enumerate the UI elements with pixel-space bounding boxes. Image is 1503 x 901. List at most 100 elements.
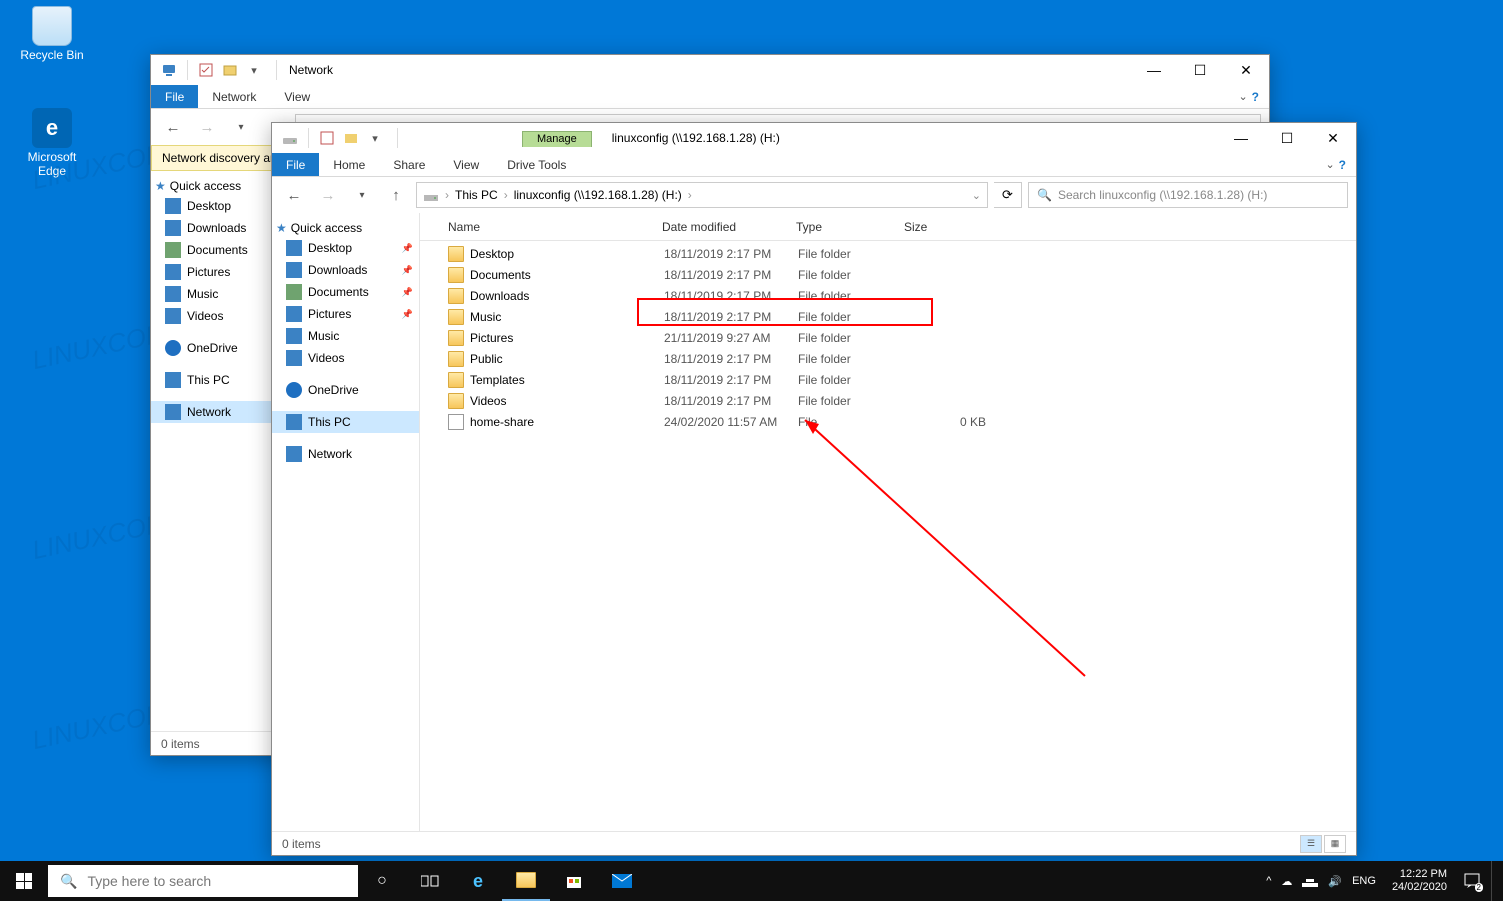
sidebar-item-videos[interactable]: Videos (151, 305, 288, 327)
view-icons-icon[interactable]: ▦ (1324, 835, 1346, 853)
tab-manage[interactable]: Manage (522, 131, 592, 147)
column-date[interactable]: Date modified (662, 220, 796, 234)
show-desktop-button[interactable] (1491, 861, 1497, 901)
maximize-button[interactable]: ☐ (1264, 123, 1310, 153)
ribbon-expand-icon[interactable]: ⌄ (1325, 158, 1334, 171)
new-folder-icon[interactable] (220, 60, 240, 80)
sidebar-item-thispc[interactable]: This PC (272, 411, 419, 433)
taskbar-mail[interactable] (598, 861, 646, 901)
sidebar-item-downloads[interactable]: Downloads📌 (272, 259, 419, 281)
sidebar-item-videos[interactable]: Videos (272, 347, 419, 369)
view-details-icon[interactable]: ☰ (1300, 835, 1322, 853)
start-button[interactable] (0, 861, 48, 901)
taskbar-store[interactable] (550, 861, 598, 901)
address-dropdown-icon[interactable]: ⌄ (972, 189, 981, 202)
qat-chevron-icon[interactable]: ▾ (244, 60, 264, 80)
tab-file[interactable]: File (151, 85, 198, 108)
taskbar-edge[interactable]: e (454, 861, 502, 901)
sidebar-item-quick-access[interactable]: ★ Quick access (272, 219, 419, 237)
forward-button[interactable]: → (193, 113, 221, 141)
downloads-icon (286, 262, 302, 278)
help-icon[interactable]: ? (1252, 90, 1259, 104)
sidebar-item-onedrive[interactable]: OneDrive (151, 337, 288, 359)
sidebar-item-music[interactable]: Music (151, 283, 288, 305)
documents-icon (165, 242, 181, 258)
table-row[interactable]: home-share24/02/2020 11:57 AMFile0 KB (420, 411, 1356, 432)
properties-icon[interactable] (317, 128, 337, 148)
forward-button[interactable]: → (314, 181, 342, 209)
network-tray-icon[interactable] (1302, 875, 1318, 887)
table-row[interactable]: Public18/11/2019 2:17 PMFile folder (420, 348, 1356, 369)
table-row[interactable]: Pictures21/11/2019 9:27 AMFile folder (420, 327, 1356, 348)
minimize-button[interactable]: — (1218, 123, 1264, 153)
table-row[interactable]: Music18/11/2019 2:17 PMFile folder (420, 306, 1356, 327)
maximize-button[interactable]: ☐ (1177, 55, 1223, 85)
volume-tray-icon[interactable]: 🔊 (1328, 875, 1342, 888)
sidebar-item-pictures[interactable]: Pictures📌 (272, 303, 419, 325)
breadcrumb-thispc[interactable]: This PC (455, 188, 498, 202)
back-button[interactable]: ← (280, 181, 308, 209)
new-folder-icon[interactable] (341, 128, 361, 148)
taskbar-search[interactable]: 🔍 Type here to search (48, 865, 358, 897)
tab-drive-tools[interactable]: Drive Tools (493, 153, 580, 176)
language-indicator[interactable]: ENG (1352, 875, 1376, 887)
taskbar-explorer[interactable] (502, 861, 550, 901)
onedrive-tray-icon[interactable]: ☁ (1281, 875, 1292, 888)
recent-chevron-icon[interactable]: ▾ (227, 113, 255, 141)
tab-view[interactable]: View (439, 153, 493, 176)
properties-icon[interactable] (196, 60, 216, 80)
titlebar[interactable]: ▾ Manage linuxconfig (\\192.168.1.28) (H… (272, 123, 1356, 153)
sidebar-item-onedrive[interactable]: OneDrive (272, 379, 419, 401)
cortana-button[interactable]: ○ (358, 861, 406, 901)
file-name: Templates (470, 373, 664, 387)
close-button[interactable]: ✕ (1223, 55, 1269, 85)
table-row[interactable]: Videos18/11/2019 2:17 PMFile folder (420, 390, 1356, 411)
refresh-button[interactable]: ⟳ (994, 182, 1022, 208)
taskbar-clock[interactable]: 12:22 PM 24/02/2020 (1386, 868, 1453, 894)
sidebar-item-pictures[interactable]: Pictures📌 (151, 261, 288, 283)
action-center-icon[interactable]: 2 (1463, 872, 1481, 890)
qat-chevron-icon[interactable]: ▾ (365, 128, 385, 148)
sidebar-item-downloads[interactable]: Downloads📌 (151, 217, 288, 239)
downloads-icon (165, 220, 181, 236)
address-bar[interactable]: › This PC › linuxconfig (\\192.168.1.28)… (416, 182, 988, 208)
help-icon[interactable]: ? (1339, 158, 1346, 172)
close-button[interactable]: ✕ (1310, 123, 1356, 153)
sidebar-item-music[interactable]: Music (272, 325, 419, 347)
recycle-bin[interactable]: Recycle Bin (14, 6, 90, 62)
sidebar-item-documents[interactable]: Documents📌 (151, 239, 288, 261)
music-icon (286, 328, 302, 344)
sidebar-item-network[interactable]: Network (272, 443, 419, 465)
tab-home[interactable]: Home (319, 153, 379, 176)
task-view-button[interactable] (406, 861, 454, 901)
titlebar[interactable]: ▾ Network — ☐ ✕ (151, 55, 1269, 85)
up-button[interactable]: ↑ (382, 181, 410, 209)
tab-share[interactable]: Share (379, 153, 439, 176)
column-name[interactable]: Name (448, 220, 662, 234)
tab-network[interactable]: Network (198, 85, 270, 108)
recent-chevron-icon[interactable]: ▾ (348, 181, 376, 209)
file-type: File folder (798, 394, 906, 408)
back-button[interactable]: ← (159, 113, 187, 141)
column-type[interactable]: Type (796, 220, 904, 234)
sidebar-item-documents[interactable]: Documents📌 (272, 281, 419, 303)
sidebar-item-thispc[interactable]: This PC (151, 369, 288, 391)
column-size[interactable]: Size (904, 220, 1004, 234)
sidebar-item-network[interactable]: Network (151, 401, 288, 423)
search-box[interactable]: 🔍 Search linuxconfig (\\192.168.1.28) (H… (1028, 182, 1348, 208)
table-row[interactable]: Desktop18/11/2019 2:17 PMFile folder (420, 243, 1356, 264)
column-headers[interactable]: Name Date modified Type Size (420, 213, 1356, 241)
microsoft-edge[interactable]: e Microsoft Edge (14, 108, 90, 178)
tab-file[interactable]: File (272, 153, 319, 176)
ribbon-expand-icon[interactable]: ⌄ (1238, 90, 1247, 103)
tab-view[interactable]: View (270, 85, 324, 108)
tray-chevron-icon[interactable]: ^ (1266, 875, 1271, 887)
table-row[interactable]: Templates18/11/2019 2:17 PMFile folder (420, 369, 1356, 390)
minimize-button[interactable]: — (1131, 55, 1177, 85)
breadcrumb-drive[interactable]: linuxconfig (\\192.168.1.28) (H:) (514, 188, 682, 202)
table-row[interactable]: Downloads18/11/2019 2:17 PMFile folder (420, 285, 1356, 306)
sidebar-item-desktop[interactable]: Desktop📌 (272, 237, 419, 259)
sidebar-item-desktop[interactable]: Desktop📌 (151, 195, 288, 217)
table-row[interactable]: Documents18/11/2019 2:17 PMFile folder (420, 264, 1356, 285)
sidebar-item-quick-access[interactable]: ★ Quick access (151, 177, 288, 195)
